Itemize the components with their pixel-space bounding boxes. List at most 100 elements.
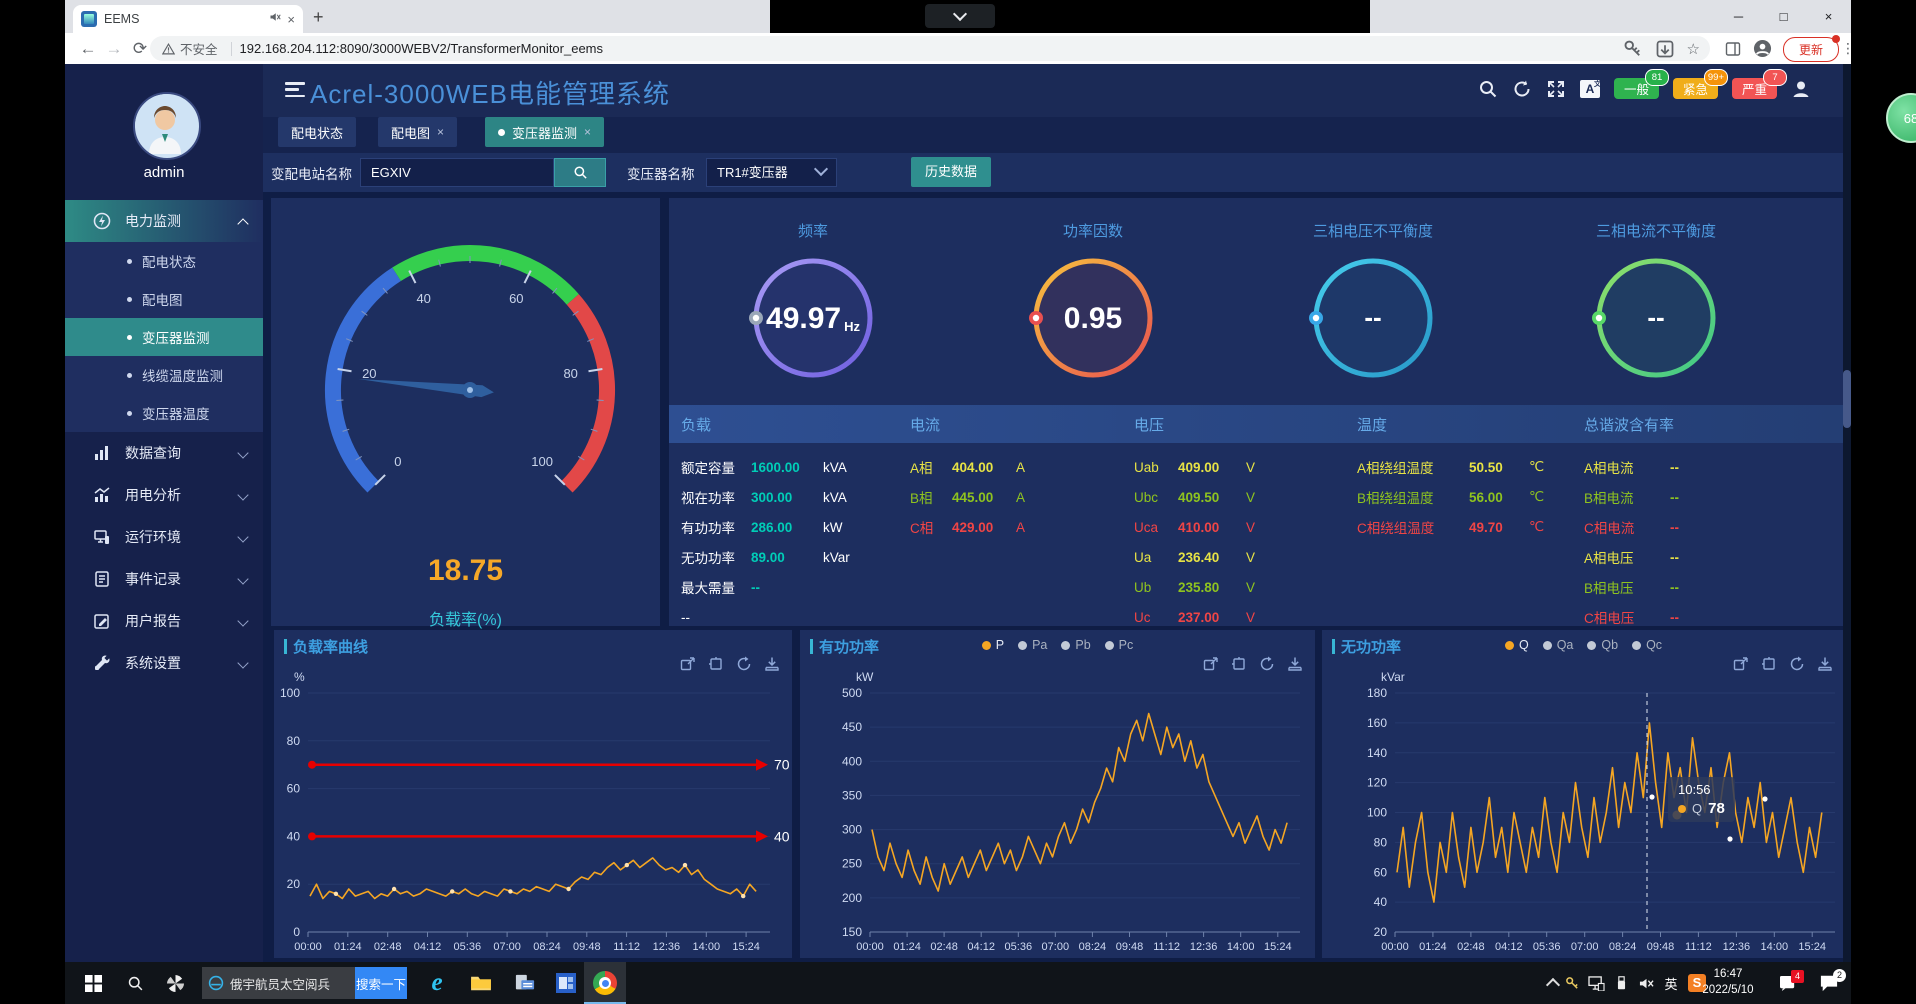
transformer-select[interactable]: TR1#变压器: [706, 158, 837, 187]
install-icon[interactable]: [1655, 39, 1675, 59]
chevron-icon: [237, 447, 248, 458]
sidebar-item-power-analysis[interactable]: 用电分析: [65, 474, 263, 516]
fax-app-icon[interactable]: [505, 962, 545, 1004]
refresh-icon[interactable]: [1512, 79, 1532, 99]
tray-language-indicator[interactable]: 英: [1659, 962, 1683, 1004]
data-query-icon: [93, 444, 111, 462]
sidebar-item-event-log[interactable]: 事件记录: [65, 558, 263, 600]
start-button[interactable]: [73, 962, 113, 1004]
sidebar-subitem[interactable]: 配电状态: [65, 242, 263, 280]
tab-chip-transformer-monitor[interactable]: 变压器监测×: [485, 117, 604, 147]
menu-toggle-icon[interactable]: [285, 82, 305, 97]
window-minimize-button[interactable]: ─: [1716, 0, 1761, 33]
tray-expand-icon[interactable]: [1545, 962, 1561, 1004]
scrollbar-thumb[interactable]: [1843, 370, 1851, 428]
search-icon[interactable]: [1478, 79, 1498, 99]
sidebar-subitem[interactable]: 变压器监测: [65, 318, 263, 356]
file-explorer-icon[interactable]: [461, 962, 501, 1004]
station-label: 变配电站名称: [271, 163, 352, 183]
security-chip[interactable]: 不安全: [162, 39, 240, 58]
sidebar-subitem[interactable]: 配电图: [65, 280, 263, 318]
bookmark-star-icon[interactable]: ☆: [1687, 40, 1700, 58]
svg-text:09:48: 09:48: [1116, 941, 1144, 953]
chart-plot[interactable]: 50045040035030025020015000:0001:2402:480…: [800, 630, 1315, 958]
svg-text:20: 20: [1374, 925, 1388, 939]
tab-close-icon[interactable]: ×: [287, 12, 295, 27]
close-icon[interactable]: ×: [584, 125, 591, 139]
tray-key-icon[interactable]: [1561, 962, 1583, 1004]
ring-gauge-3: 三相电压不平衡度 --: [1263, 198, 1483, 398]
sidebar-item-system-settings[interactable]: 系统设置: [65, 642, 263, 684]
tab-muted-icon[interactable]: [269, 10, 281, 28]
blue-tile-app-icon[interactable]: [549, 962, 583, 1004]
alarm-badge-severe[interactable]: 严重7: [1732, 78, 1777, 99]
tab-chip-distribution-diagram[interactable]: 配电图×: [378, 117, 457, 147]
column-header: 负载: [681, 414, 711, 435]
back-button[interactable]: ←: [75, 39, 101, 59]
tray-usb-icon[interactable]: [1609, 962, 1633, 1004]
search-go-button[interactable]: 搜索一下: [355, 967, 407, 999]
recorder-floating-bubble[interactable]: 68: [1886, 93, 1916, 143]
sidebar-subitem-label: 配电图: [142, 289, 183, 309]
password-key-icon[interactable]: [1623, 39, 1643, 59]
sidebar-subitem[interactable]: 变压器温度: [65, 394, 263, 432]
alarm-badge-general[interactable]: 一般81: [1614, 78, 1659, 99]
table-header: 负载电流电压温度总谐波含有率: [669, 405, 1845, 443]
sidebar-item-environment[interactable]: 运行环境: [65, 516, 263, 558]
svg-text:07:00: 07:00: [1571, 941, 1599, 953]
column-header: 电压: [1134, 414, 1164, 435]
sidebar-subitem[interactable]: 线缆温度监测: [65, 356, 263, 394]
station-search-button[interactable]: [554, 158, 606, 187]
ring-gauge: 0.95: [1023, 248, 1163, 388]
sidebar-item-data-query[interactable]: 数据查询: [65, 432, 263, 474]
column-header: 温度: [1357, 414, 1387, 435]
tab-chip-distribution-status[interactable]: 配电状态: [278, 117, 356, 147]
tray-volume-muted-icon[interactable]: [1633, 962, 1659, 1004]
window-close-button[interactable]: ×: [1806, 0, 1851, 33]
ring-gauge: 49.97Hz: [743, 248, 883, 388]
profile-avatar-icon[interactable]: [1753, 39, 1772, 58]
browser-menu-icon[interactable]: ⋮: [1841, 40, 1851, 57]
ie-icon: [208, 975, 224, 991]
fullscreen-icon[interactable]: [1546, 79, 1566, 99]
taskbar-search-icon[interactable]: [117, 962, 153, 1004]
browser-tab[interactable]: EEMS ×: [73, 5, 303, 33]
browser-tab-bar: EEMS × + ─ □ ×: [65, 0, 1851, 33]
side-panel-icon[interactable]: [1725, 41, 1741, 57]
page-scrollbar[interactable]: [1843, 64, 1851, 962]
chart-plot[interactable]: 1801601401201008060402000:0001:2402:4804…: [1322, 630, 1845, 958]
close-icon[interactable]: ×: [437, 125, 444, 139]
chrome-taskbar-icon[interactable]: [584, 962, 626, 1004]
search-icon: [573, 165, 588, 180]
station-input[interactable]: EGXIV: [360, 158, 554, 187]
table-row: 视在功率300.00kVA: [681, 482, 850, 512]
forward-button[interactable]: →: [101, 39, 127, 59]
recorder-pulldown-button[interactable]: [925, 4, 995, 28]
alarm-badge-urgent[interactable]: 紧急99+: [1673, 78, 1718, 99]
taskbar-search-box[interactable]: 俄宇航员太空阅兵 搜索一下: [202, 967, 407, 999]
window-maximize-button[interactable]: □: [1761, 0, 1806, 33]
address-bar[interactable]: 不安全 192.168.204.112:8090/3000WEBV2/Trans…: [150, 36, 1710, 61]
chart-plot[interactable]: 10080604020000:0001:2402:4804:1205:3607:…: [274, 630, 792, 958]
language-switch-icon[interactable]: A文: [1580, 80, 1600, 98]
svg-text:150: 150: [842, 925, 862, 939]
sidebar-item-power-monitor[interactable]: 电力监测: [65, 200, 263, 242]
desktop: { "browser": { "tab_title": "EEMS", "url…: [0, 0, 1916, 1004]
ie-taskbar-icon[interactable]: e: [417, 962, 457, 1004]
user-avatar[interactable]: [133, 92, 201, 160]
sidebar-item-user-report[interactable]: 用户报告: [65, 600, 263, 642]
svg-text:11:12: 11:12: [1685, 941, 1712, 953]
tray-network-icon[interactable]: [1583, 962, 1609, 1004]
pinwheel-app-icon[interactable]: [157, 962, 193, 1004]
tray-clock[interactable]: 16:47 2022/5/10: [1693, 966, 1763, 998]
table-column-thd: A相电流--B相电流--C相电流--A相电压--B相电压--C相电压--: [1584, 452, 1700, 632]
chevron-icon: [237, 657, 248, 668]
new-tab-button[interactable]: +: [313, 7, 324, 28]
user-icon[interactable]: [1791, 79, 1811, 99]
environment-icon: [93, 528, 111, 546]
history-data-button[interactable]: 历史数据: [911, 157, 991, 187]
update-button[interactable]: 更新: [1783, 37, 1839, 62]
username: admin: [65, 164, 263, 181]
action-center-icon[interactable]: 2: [1809, 962, 1849, 1004]
tray-notification-icon[interactable]: 4: [1771, 962, 1805, 1004]
